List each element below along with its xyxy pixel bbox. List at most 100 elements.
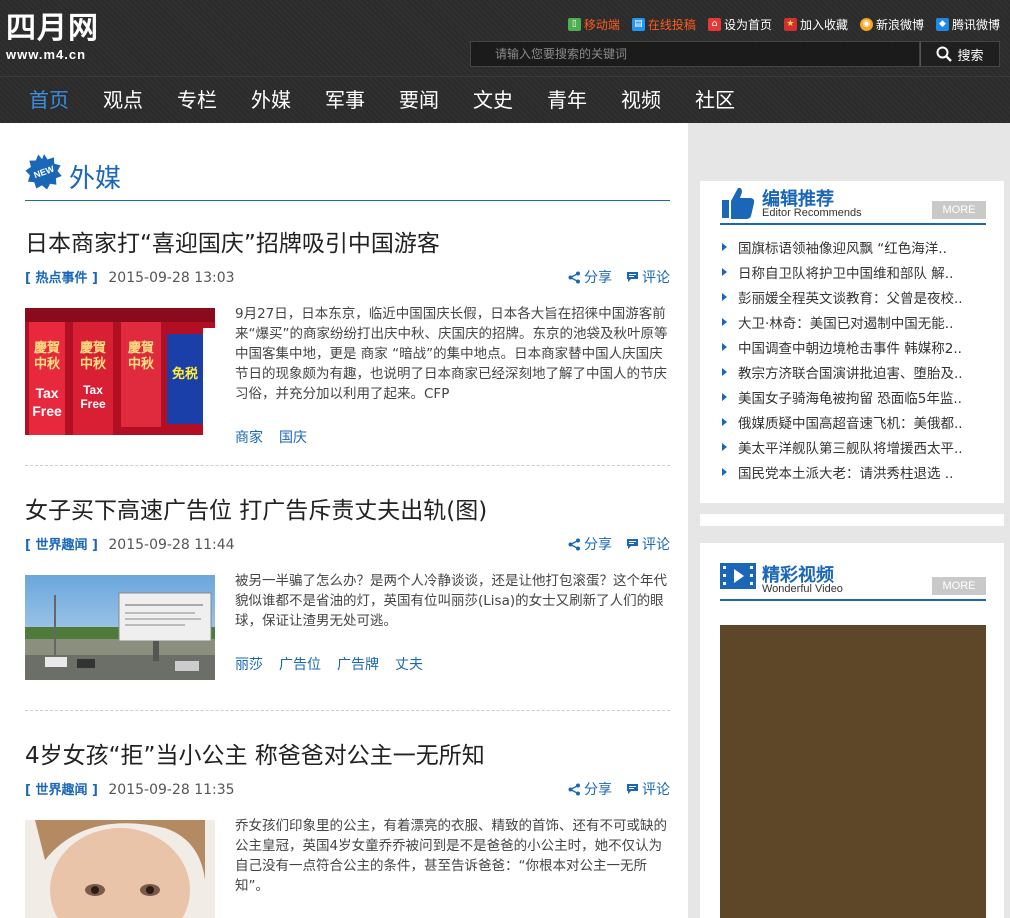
sign-text: 中秋 <box>128 356 155 372</box>
article-excerpt: 乔女孩们印象里的公主，有着漂亮的衣服、精致的首饰、还有不可或缺的公主皇冠，英国4… <box>235 818 667 894</box>
nav-item-column[interactable]: 专栏 <box>160 77 234 123</box>
panel-spacer <box>700 514 1004 526</box>
article-meta: [ 世界趣闻 ] 2015-09-28 11:44 分享 评论 <box>25 534 670 554</box>
top-link-sina-weibo[interactable]: ◉ 新浪微博 <box>859 16 924 33</box>
share-icon <box>568 271 580 283</box>
comment-button[interactable]: 评论 <box>626 534 670 554</box>
comment-label: 评论 <box>642 537 670 553</box>
recommend-item[interactable]: 日称自卫队将护卫中国维和部队 解.. <box>720 262 986 287</box>
article-date: 2015-09-28 11:44 <box>108 537 235 553</box>
nav-item-opinion[interactable]: 观点 <box>86 77 160 123</box>
article-title[interactable]: 日本商家打“喜迎国庆”招牌吸引中国游客 <box>25 229 670 259</box>
article-thumbnail[interactable] <box>25 820 215 918</box>
nav-item-home[interactable]: 首页 <box>12 77 86 123</box>
search-icon <box>936 46 953 62</box>
article-actions: 分享 评论 <box>568 779 670 799</box>
comment-icon <box>627 272 638 282</box>
sidebar: 编辑推荐 Editor Recommends MORE 国旗标语领袖像迎风飘 “… <box>688 123 1010 918</box>
article-meta: [ 热点事件 ] 2015-09-28 13:03 分享 评论 <box>25 267 670 287</box>
new-badge-icon: NEW <box>25 154 62 190</box>
site-logo[interactable]: 四月网 www.m4.cn <box>6 11 99 63</box>
top-link-label: 设为首页 <box>723 18 772 32</box>
editor-recommends-panel: 编辑推荐 Editor Recommends MORE 国旗标语领袖像迎风飘 “… <box>700 181 1004 503</box>
sign-text: 中秋 <box>80 356 107 372</box>
recommend-item[interactable]: 国民党本土派大老：请洪秀柱退选 .. <box>720 462 986 487</box>
girl-portrait-image <box>25 820 215 918</box>
article-tag[interactable]: 广告位 <box>279 654 321 674</box>
comment-button[interactable]: 评论 <box>626 779 670 799</box>
comment-icon <box>627 784 638 794</box>
submit-icon: ▤ <box>631 18 645 31</box>
nav-item-youth[interactable]: 青年 <box>530 77 604 123</box>
recommend-item[interactable]: 美太平洋舰队第三舰队将增援西太平.. <box>720 437 986 462</box>
article-tag[interactable]: 国庆 <box>279 427 307 447</box>
comment-icon <box>627 539 638 549</box>
nav-item-news[interactable]: 要闻 <box>382 77 456 123</box>
top-link-set-homepage[interactable]: ⌂ 设为首页 <box>707 16 772 33</box>
share-icon <box>568 783 580 795</box>
article-item: 日本商家打“喜迎国庆”招牌吸引中国游客 [ 热点事件 ] 2015-09-28 … <box>25 229 670 446</box>
nav-item-video[interactable]: 视频 <box>604 77 678 123</box>
nav-item-history[interactable]: 文史 <box>456 77 530 123</box>
recommend-item[interactable]: 彭丽媛全程英文谈教育：父曾是夜校.. <box>720 287 986 312</box>
comment-label: 评论 <box>642 782 670 798</box>
share-button[interactable]: 分享 <box>568 267 612 287</box>
nav-item-community[interactable]: 社区 <box>678 77 752 123</box>
more-button[interactable]: MORE <box>932 577 986 595</box>
film-icon <box>720 563 756 589</box>
panel-header: 精彩视频 Wonderful Video MORE <box>720 561 986 601</box>
recommend-item[interactable]: 美国女子骑海龟被拘留 恐面临5年监.. <box>720 387 986 412</box>
top-link-tencent-weibo[interactable]: ◆ 腾讯微博 <box>935 16 1000 33</box>
search-button[interactable]: 搜索 <box>920 41 1000 67</box>
article-tag[interactable]: 丈夫 <box>395 654 423 674</box>
article-item: 4岁女孩“拒”当小公主 称爸爸对公主一无所知 [ 世界趣闻 ] 2015-09-… <box>25 741 670 918</box>
article-title[interactable]: 4岁女孩“拒”当小公主 称爸爸对公主一无所知 <box>25 741 670 771</box>
article-tag[interactable]: 商家 <box>235 427 263 447</box>
weibo-icon: ◉ <box>859 18 873 31</box>
article-category[interactable]: [ 世界趣闻 ] <box>25 538 98 553</box>
recommend-item[interactable]: 国旗标语领袖像迎风飘 “红色海洋.. <box>720 237 986 262</box>
video-player[interactable] <box>720 625 986 918</box>
top-link-bookmark[interactable]: ★ 加入收藏 <box>783 16 848 33</box>
article-tag[interactable]: 广告牌 <box>337 654 379 674</box>
recommend-list: 国旗标语领袖像迎风飘 “红色海洋.. 日称自卫队将护卫中国维和部队 解.. 彭丽… <box>720 237 986 487</box>
top-link-submit[interactable]: ▤ 在线投稿 <box>631 16 696 33</box>
shop-signs-image: 慶賀 中秋 Tax Free 慶賀 中秋 Tax Free 慶賀 中秋 免税 <box>25 308 215 435</box>
nav-item-military[interactable]: 军事 <box>308 77 382 123</box>
sign-text: Tax <box>35 385 58 401</box>
panel-subtitle: Editor Recommends <box>762 207 862 219</box>
article-category[interactable]: [ 热点事件 ] <box>25 271 98 286</box>
article-tag[interactable]: 丽莎 <box>235 654 263 674</box>
top-link-mobile[interactable]: ▯ 移动端 <box>567 16 620 33</box>
article-date: 2015-09-28 13:03 <box>108 270 235 286</box>
share-label: 分享 <box>584 782 612 798</box>
logo-name: 四月网 <box>6 11 99 46</box>
search-input[interactable] <box>470 41 920 67</box>
panel-subtitle: Wonderful Video <box>762 583 843 595</box>
recommend-item[interactable]: 俄媒质疑中国高超音速飞机：美俄都.. <box>720 412 986 437</box>
recommend-item[interactable]: 中国调查中朝边境枪击事件 韩媒称2.. <box>720 337 986 362</box>
panel-header: 编辑推荐 Editor Recommends MORE <box>720 185 986 225</box>
logo-url: www.m4.cn <box>6 47 87 62</box>
more-button[interactable]: MORE <box>932 201 986 219</box>
sign-text: Tax <box>83 383 103 397</box>
sign-text: 慶賀 <box>80 340 106 356</box>
top-link-label: 腾讯微博 <box>951 18 1000 32</box>
share-button[interactable]: 分享 <box>568 534 612 554</box>
thumbs-up-icon <box>722 187 755 219</box>
recommend-item[interactable]: 教宗方济联合国演讲批迫害、堕胎及.. <box>720 362 986 387</box>
mobile-icon: ▯ <box>567 18 581 31</box>
article-thumbnail[interactable] <box>25 575 215 680</box>
search-bar: 搜索 <box>470 41 1000 67</box>
article-title[interactable]: 女子买下高速广告位 打广告斥责丈夫出轨(图) <box>25 496 670 526</box>
share-label: 分享 <box>584 270 612 286</box>
top-links: ▯ 移动端 ▤ 在线投稿 ⌂ 设为首页 ★ 加入收藏 ◉ 新浪微博 ◆ 腾讯微博 <box>567 16 1000 33</box>
article-thumbnail[interactable]: 慶賀 中秋 Tax Free 慶賀 中秋 Tax Free 慶賀 中秋 免税 <box>25 308 215 435</box>
nav-item-foreign-media[interactable]: 外媒 <box>234 77 308 123</box>
comment-button[interactable]: 评论 <box>626 267 670 287</box>
share-button[interactable]: 分享 <box>568 779 612 799</box>
main-content: NEW 外媒 日本商家打“喜迎国庆”招牌吸引中国游客 [ 热点事件 ] 2015… <box>25 123 670 918</box>
article-category[interactable]: [ 世界趣闻 ] <box>25 783 98 798</box>
article-divider <box>25 710 670 711</box>
recommend-item[interactable]: 大卫·林奇：美国已对遏制中国无能.. <box>720 312 986 337</box>
